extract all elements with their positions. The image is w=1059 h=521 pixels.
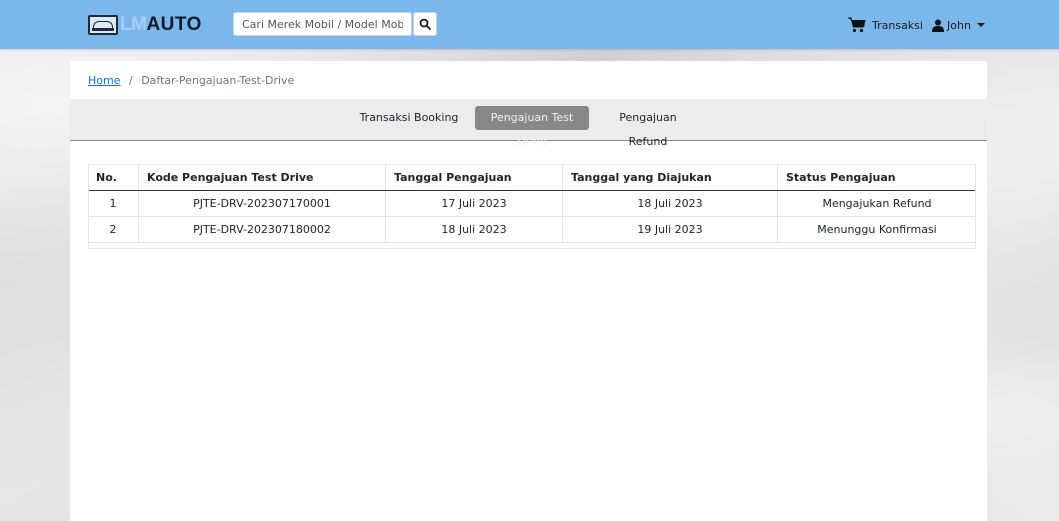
- cell-status: Menunggu Konfirmasi: [777, 216, 976, 243]
- col-kode: Kode Pengajuan Test Drive: [138, 164, 386, 191]
- cart-icon: [848, 17, 866, 33]
- tab-bar: Transaksi Booking Pengajuan Test Drive P…: [70, 99, 987, 148]
- brand-lm: LM: [120, 14, 147, 35]
- cell-tanggal-pengajuan: 17 Juli 2023: [385, 190, 563, 217]
- cell-no: 1: [88, 190, 139, 217]
- test-drive-table: No. Kode Pengajuan Test Drive Tanggal Pe…: [88, 164, 976, 243]
- col-no: No.: [88, 164, 139, 191]
- user-name: John: [947, 18, 971, 32]
- search-button[interactable]: [413, 12, 437, 36]
- tab-transaksi-booking[interactable]: Transaksi Booking: [358, 106, 460, 130]
- cell-tanggal-pengajuan: 18 Juli 2023: [385, 216, 563, 243]
- caret-down-icon: [976, 23, 985, 27]
- content-panel: Home / Daftar-Pengajuan-Test-Drive Trans…: [70, 61, 987, 521]
- col-status: Status Pengajuan: [777, 164, 976, 191]
- col-tanggal-pengajuan: Tanggal Pengajuan: [385, 164, 563, 191]
- table-header-row: No. Kode Pengajuan Test Drive Tanggal Pe…: [88, 164, 976, 191]
- cart-link[interactable]: Transaksi: [848, 16, 923, 34]
- tab-pengajuan-test-drive[interactable]: Pengajuan Test Drive: [475, 106, 589, 148]
- col-tanggal-diajukan: Tanggal yang Diajukan: [562, 164, 778, 191]
- car-logo-icon: [88, 15, 118, 35]
- breadcrumb-home-link[interactable]: Home: [88, 74, 120, 87]
- cell-no: 2: [88, 216, 139, 243]
- breadcrumb-separator: /: [128, 74, 133, 87]
- top-navbar: LM AUTO Transaksi John: [0, 0, 1059, 49]
- table-row: 2 PJTE-DRV-202307180002 18 Juli 2023 19 …: [88, 216, 976, 243]
- cell-tanggal-diajukan: 18 Juli 2023: [562, 190, 778, 217]
- breadcrumb: Home / Daftar-Pengajuan-Test-Drive: [88, 74, 294, 87]
- cell-kode: PJTE-DRV-202307170001: [138, 190, 386, 217]
- user-icon: [932, 19, 944, 32]
- tab-pengajuan-refund[interactable]: Pengajuan Refund: [602, 106, 694, 148]
- search-input[interactable]: [233, 12, 412, 36]
- cell-status: Mengajukan Refund: [777, 190, 976, 217]
- brand[interactable]: LM AUTO: [88, 13, 202, 37]
- table-row: 1 PJTE-DRV-202307170001 17 Juli 2023 18 …: [88, 190, 976, 217]
- cell-tanggal-diajukan: 19 Juli 2023: [562, 216, 778, 243]
- user-menu[interactable]: John: [932, 16, 985, 34]
- breadcrumb-current: Daftar-Pengajuan-Test-Drive: [141, 74, 295, 87]
- brand-auto: AUTO: [146, 14, 202, 35]
- cell-kode: PJTE-DRV-202307180002: [138, 216, 386, 243]
- search-icon: [419, 18, 431, 30]
- cart-label: Transaksi: [872, 18, 923, 32]
